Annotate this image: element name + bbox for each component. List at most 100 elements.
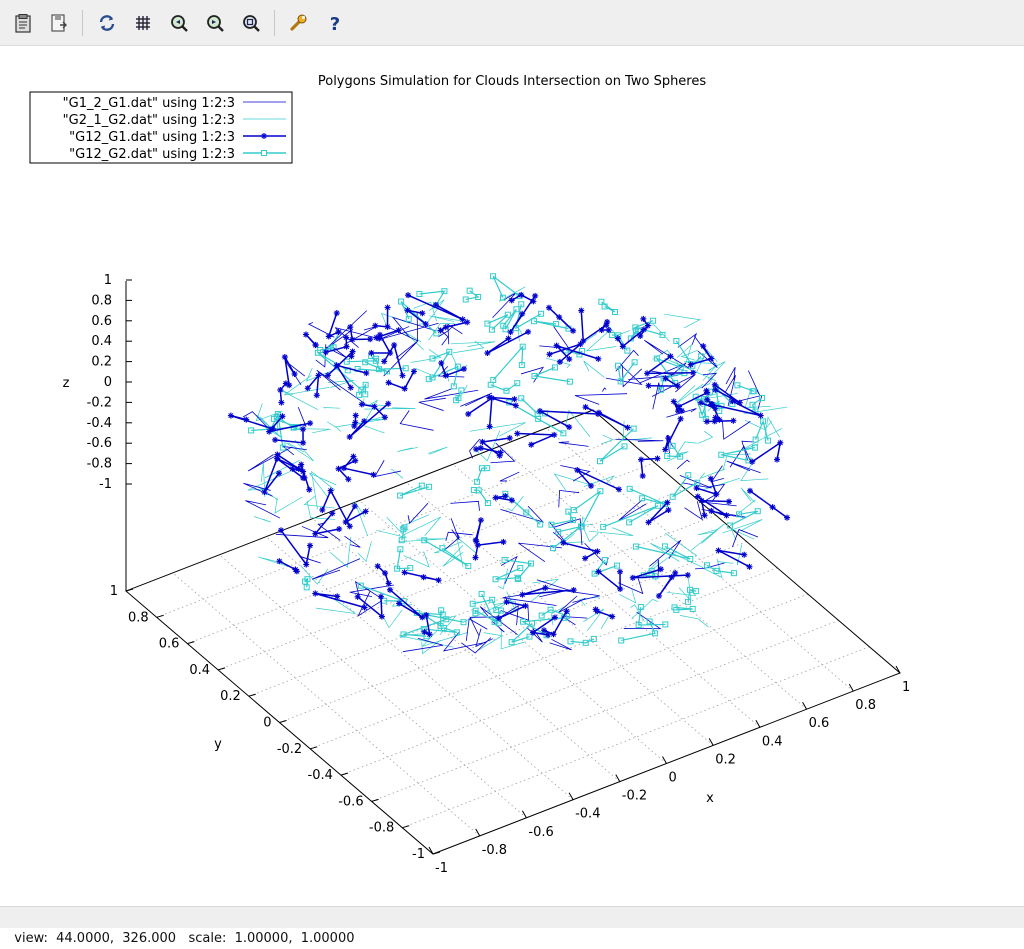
series-g12-g1-point bbox=[604, 318, 611, 325]
series-g12-g1-point bbox=[349, 336, 356, 343]
series-g12-g1-polygon bbox=[598, 571, 621, 591]
help-icon: ? bbox=[330, 14, 340, 33]
series-g12-g1-point bbox=[460, 365, 467, 372]
x-tick-label: -0.4 bbox=[575, 807, 600, 822]
series-g12-g1-point bbox=[432, 301, 439, 308]
legend-entry-2: "G12_G1.dat" using 1:2:3 bbox=[69, 130, 235, 145]
series-g12-g1-point bbox=[525, 328, 532, 335]
x-tick-label: -0.2 bbox=[622, 789, 647, 804]
y-tick-label: -0.2 bbox=[277, 742, 302, 757]
grid-line-y bbox=[217, 488, 686, 671]
series-g12-g1-point bbox=[384, 304, 391, 311]
series-g12-g2-point bbox=[626, 519, 633, 526]
series-g2-1-g2-polygon bbox=[583, 360, 605, 378]
x-tick-mark bbox=[755, 720, 761, 728]
series-g12-g1-polygon bbox=[585, 406, 628, 429]
series-g12-g1-point bbox=[712, 405, 719, 412]
series-g12-g1-point bbox=[556, 314, 563, 321]
plot-area[interactable]: Polygons Simulation for Clouds Intersect… bbox=[0, 46, 1024, 904]
series-g12-g1-point bbox=[261, 489, 268, 496]
series-g12-g1-point bbox=[582, 555, 589, 562]
series-g12-g1-polygon bbox=[343, 505, 367, 524]
y-tick-label: 0.2 bbox=[220, 689, 241, 704]
series-g12-g1-point bbox=[300, 474, 307, 481]
series-g12-g1-point bbox=[496, 452, 503, 459]
series-g2-1-g2-polygon bbox=[744, 391, 771, 409]
series-g12-g1-point bbox=[697, 399, 704, 406]
series-g12-g1-point bbox=[723, 512, 730, 519]
series-g1-2-g1-polygon bbox=[557, 595, 586, 614]
series-g1-2-g1-polygon bbox=[574, 393, 628, 405]
x-tick-label: 1 bbox=[902, 680, 910, 695]
series-g12-g1-point bbox=[348, 353, 355, 360]
series-g12-g1-point bbox=[715, 547, 722, 554]
series-g2-1-g2-polygon bbox=[410, 349, 442, 363]
wrench-icon bbox=[290, 14, 307, 31]
series-g12-g1-point bbox=[304, 385, 311, 392]
series-g12-g1-point bbox=[665, 435, 672, 442]
x-tick-label: 0.8 bbox=[855, 698, 876, 713]
series-g12-g1-point bbox=[677, 415, 684, 422]
series-g1-2-g1-polygon bbox=[418, 397, 446, 411]
series-g12-g1-point bbox=[566, 356, 573, 363]
series-g12-g1-point bbox=[384, 323, 391, 330]
series-g12-g1-point bbox=[644, 322, 651, 329]
series-g12-g1-point bbox=[358, 401, 365, 408]
series-g1-2-g1-polygon bbox=[526, 627, 543, 643]
series-g2-1-g2-polygon bbox=[734, 499, 756, 519]
settings-button[interactable] bbox=[286, 10, 312, 36]
y-tick-label: 0.4 bbox=[189, 663, 210, 678]
series-g12-g1-point bbox=[711, 381, 718, 388]
series-g12-g1-point bbox=[300, 439, 307, 446]
series-g12-g1-point bbox=[774, 456, 781, 463]
series-g12-g1-point bbox=[645, 382, 652, 389]
zoom-autoscale-button[interactable] bbox=[238, 10, 264, 36]
series-g1-2-g1-polygon bbox=[447, 323, 463, 345]
series-g12-g1-point bbox=[334, 593, 341, 600]
y-tick-mark bbox=[340, 772, 349, 776]
zoom-previous-button[interactable] bbox=[166, 10, 192, 36]
z-tick-label: -0.6 bbox=[87, 436, 112, 451]
grid-line-y bbox=[310, 567, 778, 750]
series-g12-g1-polygon bbox=[498, 601, 528, 619]
series-g12-g1-point bbox=[329, 510, 336, 517]
export-button[interactable] bbox=[46, 10, 72, 36]
series-g2-1-g2-polygon bbox=[702, 477, 740, 491]
toolbar-separator bbox=[274, 10, 275, 36]
x-axis-label: x bbox=[706, 791, 714, 806]
series-g12-g1-polygon bbox=[563, 542, 600, 560]
series-g12-g1-point bbox=[711, 418, 718, 425]
series-g12-g1-point bbox=[372, 322, 379, 329]
series-g12-g1-point bbox=[638, 456, 645, 463]
copy-to-clipboard-button[interactable] bbox=[10, 10, 36, 36]
series-g12-g1-point bbox=[615, 486, 622, 493]
grid-button[interactable] bbox=[130, 10, 156, 36]
series-g12-g1-point bbox=[518, 291, 525, 298]
series-g2-1-g2-polygon bbox=[588, 527, 634, 536]
series-g1-2-g1-polygon bbox=[684, 501, 703, 521]
series-g1-2-g1-polygon bbox=[424, 388, 479, 400]
zoom-next-button[interactable] bbox=[202, 10, 228, 36]
series-g12-g1-point bbox=[479, 438, 486, 445]
series-g12-g1-point bbox=[529, 629, 536, 636]
series-g12-g1-point bbox=[404, 307, 411, 314]
series-g12-g1-point bbox=[373, 334, 380, 341]
series-g12-g1-point bbox=[551, 614, 558, 621]
series-g12-g1-point bbox=[367, 336, 374, 343]
x-tick-mark bbox=[615, 774, 621, 782]
replot-button[interactable] bbox=[94, 10, 120, 36]
series-g12-g1-point bbox=[293, 568, 300, 575]
help-button[interactable]: ? bbox=[322, 10, 348, 36]
series-g1-2-g1-polygon bbox=[407, 502, 429, 525]
z-tick-label: -0.4 bbox=[87, 416, 112, 431]
series-g12-g1-point bbox=[595, 568, 602, 575]
series-g12-g1-point bbox=[325, 333, 332, 340]
zoom-previous-icon bbox=[171, 15, 188, 32]
series-g12-g1-point bbox=[592, 606, 599, 613]
series-g12-g1-point bbox=[473, 538, 480, 545]
series-g12-g1-point bbox=[343, 334, 350, 341]
series-g12-g1-point bbox=[588, 482, 595, 489]
series-g12-g1-point bbox=[725, 498, 732, 505]
y-tick-mark bbox=[248, 693, 256, 697]
z-tick-label: 0.4 bbox=[91, 334, 112, 349]
